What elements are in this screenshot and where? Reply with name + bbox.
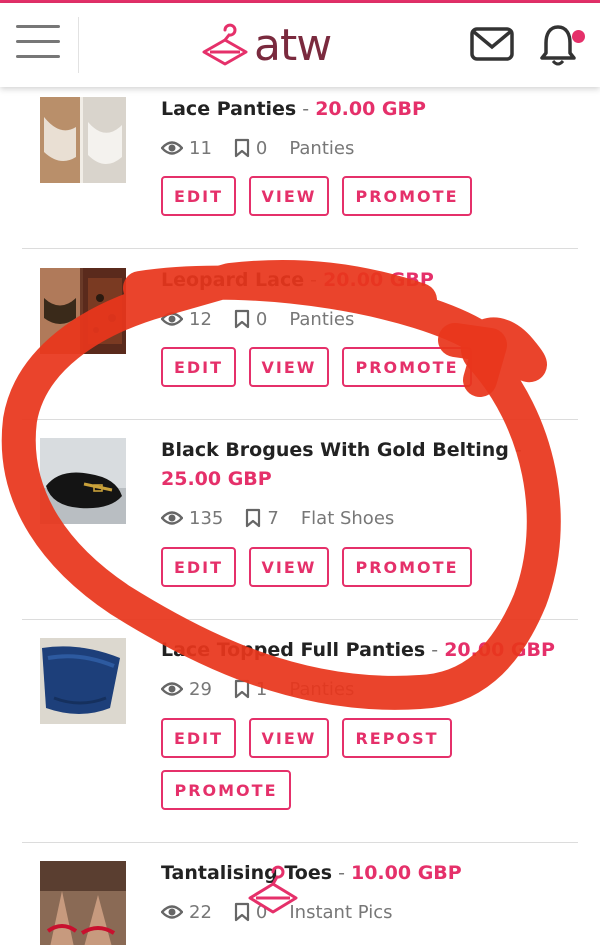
hanger-logo-icon (202, 23, 248, 66)
saves-count: 7 (245, 508, 279, 529)
listing-price: 20.00 GBP (444, 639, 555, 661)
listing-thumbnail[interactable] (40, 268, 126, 354)
listing-price: 10.00 GBP (350, 862, 462, 884)
listing-price: 20.00 GBP (315, 98, 426, 120)
category-label: Flat Shoes (300, 507, 395, 529)
bookmark-icon (234, 679, 250, 699)
promote-button[interactable]: PROMOTE (342, 347, 472, 387)
views-count: 29 (161, 679, 212, 700)
listing-title[interactable]: Lace Panties - 20.00 GBP (161, 95, 561, 124)
site-logo[interactable]: atw (200, 15, 332, 75)
bookmark-icon (234, 138, 250, 158)
divider (22, 619, 578, 620)
views-count: 135 (161, 508, 223, 529)
edit-button[interactable]: EDIT (161, 547, 236, 587)
eye-icon (161, 141, 183, 155)
saves-count: 0 (234, 138, 267, 159)
bookmark-icon (234, 309, 250, 329)
listing-title[interactable]: Leopard Lace - 20.00 GBP (161, 266, 561, 295)
eye-icon (161, 312, 183, 326)
bell-icon[interactable] (538, 23, 578, 67)
hanger-logo-icon (248, 865, 298, 914)
eye-icon (161, 511, 183, 525)
listing-thumbnail[interactable] (40, 861, 126, 945)
view-button[interactable]: VIEW (249, 347, 329, 387)
notification-dot (572, 30, 585, 43)
mail-icon[interactable] (470, 27, 514, 61)
category-label: Instant Pics (289, 901, 393, 923)
promote-button[interactable]: PROMOTE (342, 547, 472, 587)
logo-text: atw (254, 19, 332, 71)
listing-title[interactable]: Lace Topped Full Panties - 20.00 GBP (161, 636, 561, 665)
divider (22, 419, 578, 420)
edit-button[interactable]: EDIT (161, 347, 236, 387)
category-label: Panties (289, 678, 355, 700)
listing-title[interactable]: Black Brogues With Gold Belting - 25.00 … (161, 436, 561, 494)
listing-thumbnail[interactable] (40, 97, 126, 183)
view-button[interactable]: VIEW (249, 176, 329, 216)
listing-thumbnail[interactable] (40, 438, 126, 524)
eye-icon (161, 682, 183, 696)
edit-button[interactable]: EDIT (161, 718, 236, 758)
header-divider (78, 17, 79, 73)
divider (22, 842, 578, 843)
saves-count: 1 (234, 679, 267, 700)
views-count: 12 (161, 309, 212, 330)
promote-button[interactable]: PROMOTE (161, 770, 291, 810)
saves-count: 0 (234, 309, 267, 330)
listing-title[interactable]: Tantalising Toes - 10.00 GBP (161, 859, 561, 888)
menu-icon[interactable] (16, 25, 60, 63)
view-button[interactable]: VIEW (249, 718, 329, 758)
app-header: atw (0, 3, 600, 87)
repost-button[interactable]: REPOST (342, 718, 452, 758)
edit-button[interactable]: EDIT (161, 176, 236, 216)
views-count: 11 (161, 138, 212, 159)
view-button[interactable]: VIEW (249, 547, 329, 587)
listing-price: 20.00 GBP (323, 269, 434, 291)
listing-thumbnail[interactable] (40, 638, 126, 724)
divider (22, 248, 578, 249)
views-count: 22 (161, 902, 212, 923)
category-label: Panties (289, 308, 355, 330)
category-label: Panties (289, 137, 355, 159)
eye-icon (161, 905, 183, 919)
promote-button[interactable]: PROMOTE (342, 176, 472, 216)
listing-price: 25.00 GBP (161, 468, 272, 490)
bookmark-icon (246, 508, 261, 528)
